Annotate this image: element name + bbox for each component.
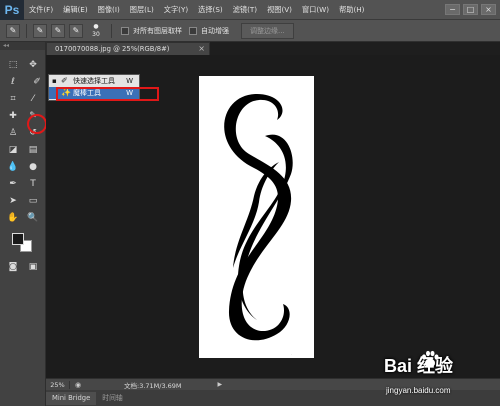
refine-edge-button[interactable]: 调整边缘... [241,22,294,39]
menu-select[interactable]: 选择(S) [193,0,228,20]
new-selection-icon[interactable]: ✎ [33,23,47,38]
options-bar: ✎ ✎ ✎ ✎ ● 30 对所有图层取样 自动增强 调整边缘... [0,20,500,42]
document-tab-title: 0170070088.jpg @ 25%(RGB/8#) [55,45,170,53]
subtract-selection-icon[interactable]: ✎ [69,23,83,38]
window-controls: − □ × [445,4,496,15]
document-size-info: 文档:3.71M/3.69M [124,381,182,390]
menu-filter[interactable]: 滤镜(T) [228,0,262,20]
menu-image[interactable]: 图像(I) [93,0,125,20]
flyout-item-label: 快速选择工具 [73,77,115,85]
foreground-color-swatch[interactable] [12,233,24,245]
tab-timeline[interactable]: 时间轴 [96,392,128,405]
document-tab[interactable]: 0170070088.jpg @ 25%(RGB/8#) × [46,42,210,55]
auto-enhance-label: 自动增强 [201,26,229,35]
options-divider [111,23,112,38]
maximize-button[interactable]: □ [463,4,478,15]
watermark-brand: Bai 经验 [384,356,454,376]
quick-mask-icon[interactable]: ◙ [5,260,21,275]
svg-text:·: · [291,352,292,356]
document-image[interactable]: · [199,76,314,358]
eyedropper-tool-icon[interactable]: ⁄ [25,92,41,107]
healing-brush-icon[interactable]: ✚ [5,109,21,124]
eraser-tool-icon[interactable]: ◪ [5,143,21,158]
menu-type[interactable]: 文字(Y) [159,0,193,20]
hand-tool-icon[interactable]: ✋ [5,211,21,226]
menu-file[interactable]: 文件(F) [24,0,58,20]
menu-window[interactable]: 窗口(W) [297,0,334,20]
menu-help[interactable]: 帮助(H) [334,0,369,20]
close-window-button[interactable]: × [481,4,496,15]
screen-mode-icon[interactable]: ▣ [25,260,41,275]
options-divider [26,23,27,38]
highlight-circle [27,114,47,134]
auto-enhance-checkbox[interactable] [189,26,197,35]
close-tab-icon[interactable]: × [198,43,205,55]
add-to-selection-icon[interactable]: ✎ [51,23,65,38]
current-tool-bullet-icon: ▪ [52,77,57,85]
status-info-icon[interactable]: ◉ [75,381,85,389]
canvas-area[interactable]: · [46,55,500,378]
zoom-level-field[interactable]: 25% [46,380,70,389]
app-logo: Ps [0,0,24,20]
path-selection-icon[interactable]: ➤ [5,194,21,209]
quick-selection-icon: ✐ [61,76,68,85]
menu-layer[interactable]: 图层(L) [125,0,159,20]
brush-dot-icon: ● [93,22,99,30]
menu-bar: Ps 文件(F) 编辑(E) 图像(I) 图层(L) 文字(Y) 选择(S) 滤… [0,0,500,20]
clone-stamp-icon[interactable]: ♙ [5,126,21,141]
toolbox-header[interactable]: ◂◂ [0,42,45,50]
lasso-tool-icon[interactable]: ℓ [5,75,21,90]
swirl-ornament-image: · [224,94,293,356]
toolbox: ◂◂ ⬚ ✥ ℓ ✐ ⌗ ⁄ ✚ ✎ ♙ ↺ ◪ ▤ 💧 ● ✒ T ➤ ▭ ✋… [0,42,47,406]
type-tool-icon[interactable]: T [25,177,41,192]
menu-edit[interactable]: 编辑(E) [58,0,93,20]
sample-all-layers-label: 对所有图层取样 [133,26,182,35]
minimize-button[interactable]: − [445,4,460,15]
gradient-tool-icon[interactable]: ▤ [25,143,41,158]
blur-tool-icon[interactable]: 💧 [5,160,21,175]
watermark-url: jingyan.baidu.com [386,386,451,395]
tool-preset-icon[interactable]: ✎ [6,23,20,38]
flyout-shortcut: W [126,77,133,85]
tab-mini-bridge[interactable]: Mini Bridge [46,391,97,405]
sample-all-layers-checkbox[interactable] [121,26,129,35]
highlight-rectangle [56,87,159,101]
flyout-item-quick-selection[interactable]: ▪ ✐ 快速选择工具 W [49,75,139,87]
brush-size-value: 30 [92,30,100,38]
menu-view[interactable]: 视图(V) [262,0,297,20]
pen-tool-icon[interactable]: ✒ [5,177,21,192]
move-tool-icon[interactable]: ✥ [25,58,41,73]
dodge-tool-icon[interactable]: ● [25,160,41,175]
baidu-watermark: Bai 经验 jingyan.baidu.com [380,350,496,404]
zoom-tool-icon[interactable]: 🔍 [25,211,41,226]
brush-size-picker[interactable]: ● 30 [87,23,105,39]
marquee-tool-icon[interactable]: ⬚ [5,58,21,73]
quick-selection-tool-icon[interactable]: ✐ [29,75,45,90]
paw-logo-icon [422,350,439,368]
rectangle-tool-icon[interactable]: ▭ [25,194,41,209]
crop-tool-icon[interactable]: ⌗ [5,92,21,107]
status-menu-arrow-icon[interactable]: ▶ [218,381,223,388]
